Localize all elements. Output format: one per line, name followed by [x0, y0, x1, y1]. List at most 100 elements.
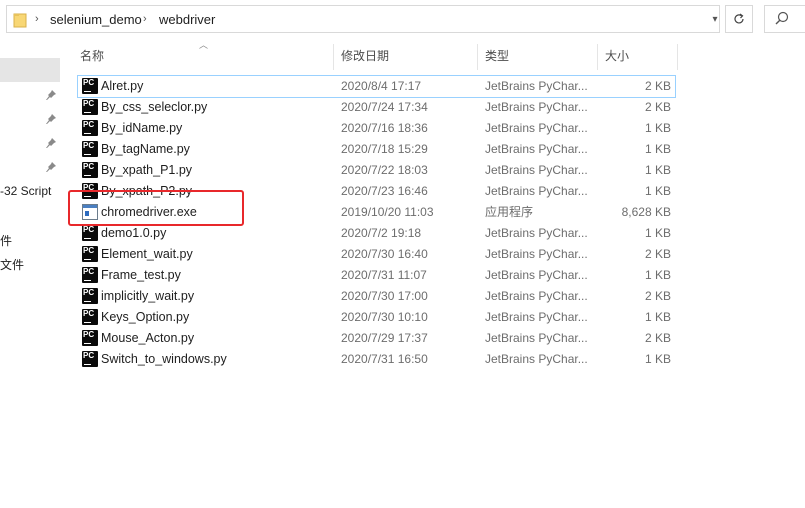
- pycharm-file-icon: PC: [82, 267, 98, 283]
- file-row[interactable]: PC By_xpath_P1.py 2020/7/22 18:03 JetBrains…: [78, 160, 675, 181]
- file-name: demo1.0.py: [101, 226, 167, 240]
- pin-icon[interactable]: [45, 113, 57, 125]
- breadcrumb-chevron-icon[interactable]: ›: [143, 13, 147, 25]
- file-size: 1 KB: [644, 142, 671, 156]
- file-size: 1 KB: [644, 310, 671, 324]
- file-size: 1 KB: [644, 121, 671, 135]
- file-name: Switch_to_windows.py: [101, 352, 227, 366]
- column-divider[interactable]: [597, 44, 598, 70]
- pin-icon[interactable]: [45, 161, 57, 173]
- address-bar-row: › selenium_demo › webdriver ▾: [0, 0, 805, 40]
- file-size: 8,628 KB: [621, 205, 671, 219]
- file-size: 1 KB: [644, 163, 671, 177]
- file-name: Mouse_Acton.py: [101, 331, 195, 345]
- file-size: 1 KB: [644, 268, 671, 282]
- file-type: JetBrains PyChar...: [485, 268, 588, 282]
- file-row[interactable]: PC Switch_to_windows.py 2020/7/31 16:50 Jet…: [78, 349, 675, 370]
- file-size: 2 KB: [644, 247, 671, 261]
- column-divider[interactable]: [477, 44, 478, 70]
- chevron-down-icon[interactable]: ▾: [707, 12, 723, 28]
- file-modified-date: 2020/7/31 16:50: [341, 352, 428, 366]
- file-row[interactable]: PC By_idName.py 2020/7/16 18:36 JetBrains P…: [78, 118, 675, 139]
- file-size: 1 KB: [644, 226, 671, 240]
- file-type: JetBrains PyChar...: [485, 226, 588, 240]
- file-type: JetBrains PyChar...: [485, 100, 588, 114]
- nav-item-selected[interactable]: [0, 58, 60, 82]
- column-divider[interactable]: [677, 44, 678, 70]
- file-type: JetBrains PyChar...: [485, 79, 588, 93]
- file-type: JetBrains PyChar...: [485, 121, 588, 135]
- file-size: 1 KB: [644, 352, 671, 366]
- file-modified-date: 2019/10/20 11:03: [341, 205, 434, 219]
- pycharm-file-icon: PC: [82, 309, 98, 325]
- file-row[interactable]: PC Frame_test.py 2020/7/31 11:07 JetBrains …: [78, 265, 675, 286]
- file-modified-date: 2020/7/22 18:03: [341, 163, 428, 177]
- file-type: JetBrains PyChar...: [485, 331, 588, 345]
- file-row[interactable]: PC implicitly_wait.py 2020/7/30 17:00 JetBr…: [78, 286, 675, 307]
- breadcrumb-chevron-icon[interactable]: ›: [35, 13, 39, 25]
- nav-item-file[interactable]: 件: [0, 232, 12, 249]
- pin-icon[interactable]: [45, 89, 57, 101]
- file-modified-date: 2020/7/16 18:36: [341, 121, 428, 135]
- file-size: 2 KB: [644, 100, 671, 114]
- file-type: JetBrains PyChar...: [485, 184, 588, 198]
- file-name: By_idName.py: [101, 121, 183, 135]
- breadcrumb-webdriver[interactable]: webdriver: [159, 12, 215, 27]
- file-modified-date: 2020/7/23 16:46: [341, 184, 428, 198]
- pycharm-file-icon: PC: [82, 225, 98, 241]
- nav-item-files[interactable]: 文件: [0, 256, 24, 273]
- column-header-date[interactable]: 修改日期: [341, 40, 389, 72]
- file-size: 2 KB: [644, 79, 671, 93]
- pycharm-file-icon: PC: [82, 351, 98, 367]
- column-divider[interactable]: [333, 44, 334, 70]
- pin-icon[interactable]: [45, 137, 57, 149]
- file-modified-date: 2020/8/4 17:17: [341, 79, 422, 93]
- search-input[interactable]: [764, 5, 805, 33]
- file-type: JetBrains PyChar...: [485, 289, 588, 303]
- file-type: JetBrains PyChar...: [485, 352, 588, 366]
- pycharm-file-icon: PC: [82, 162, 98, 178]
- column-header-size[interactable]: 大小: [605, 40, 629, 72]
- folder-icon: [13, 13, 27, 28]
- pycharm-file-icon: PC: [82, 288, 98, 304]
- file-modified-date: 2020/7/29 17:37: [341, 331, 428, 345]
- file-name: Frame_test.py: [101, 268, 181, 282]
- file-name: Keys_Option.py: [101, 310, 190, 324]
- sort-up-icon: ︿: [199, 40, 209, 50]
- file-name: Alret.py: [101, 79, 144, 93]
- file-name: By_css_seleclor.py: [101, 100, 208, 114]
- file-size: 2 KB: [644, 289, 671, 303]
- file-modified-date: 2020/7/31 11:07: [341, 268, 427, 282]
- file-name: By_xpath_P1.py: [101, 163, 193, 177]
- file-size: 1 KB: [644, 184, 671, 198]
- file-row[interactable]: PC By_css_seleclor.py 2020/7/24 17:34 JetBr…: [78, 97, 675, 118]
- file-size: 2 KB: [644, 331, 671, 345]
- search-icon: [775, 11, 789, 25]
- file-row[interactable]: PC Element_wait.py 2020/7/30 16:40 JetBrain…: [78, 244, 675, 265]
- file-type: JetBrains PyChar...: [485, 247, 588, 261]
- file-row[interactable]: PC Alret.py 2020/8/4 17:17 JetBrains PyChar…: [77, 75, 676, 98]
- file-row[interactable]: PC By_tagName.py 2020/7/18 15:29 JetBrains …: [78, 139, 675, 160]
- file-type: 应用程序: [485, 205, 534, 219]
- file-modified-date: 2020/7/30 17:00: [341, 289, 428, 303]
- file-name: Element_wait.py: [101, 247, 193, 261]
- file-modified-date: 2020/7/2 19:18: [341, 226, 422, 240]
- file-name: By_tagName.py: [101, 142, 190, 156]
- pycharm-file-icon: PC: [82, 246, 98, 262]
- file-name: implicitly_wait.py: [101, 289, 195, 303]
- breadcrumb-selenium-demo[interactable]: selenium_demo: [50, 12, 142, 27]
- file-type: JetBrains PyChar...: [485, 310, 588, 324]
- column-header-type[interactable]: 类型: [485, 40, 509, 72]
- annotation-highlight-box: [68, 190, 244, 226]
- pycharm-file-icon: PC: [82, 78, 98, 94]
- file-row[interactable]: PC Mouse_Acton.py 2020/7/29 17:37 JetBrains…: [78, 328, 675, 349]
- column-header-name[interactable]: 名称: [80, 40, 104, 72]
- file-row[interactable]: PC demo1.0.py 2020/7/2 19:18 JetBrains PyCh…: [78, 223, 675, 244]
- refresh-button[interactable]: [725, 5, 753, 33]
- address-bar[interactable]: › selenium_demo › webdriver ▾: [6, 5, 720, 33]
- file-row[interactable]: PC Keys_Option.py 2020/7/30 10:10 JetBrains…: [78, 307, 675, 328]
- pycharm-file-icon: PC: [82, 120, 98, 136]
- file-modified-date: 2020/7/18 15:29: [341, 142, 428, 156]
- nav-item-win32-script[interactable]: -32 Script: [0, 184, 51, 198]
- file-type: JetBrains PyChar...: [485, 163, 588, 177]
